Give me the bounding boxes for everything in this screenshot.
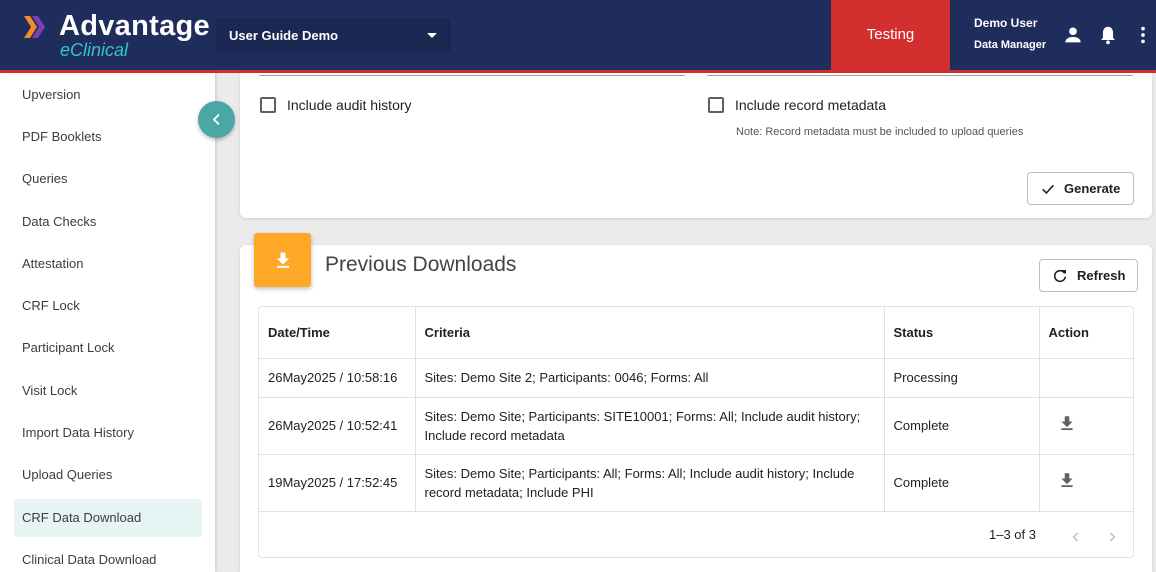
cell-criteria: Sites: Demo Site 2; Participants: 0046; … [415, 358, 885, 398]
caret-down-icon [427, 33, 437, 38]
cell-datetime: 26May2025 / 10:58:16 [259, 358, 416, 398]
field-underline [707, 75, 1133, 76]
table-row: 26May2025 / 10:52:41 Sites: Demo Site; P… [259, 397, 1133, 455]
refresh-button[interactable]: Refresh [1039, 259, 1138, 292]
previous-page-icon[interactable] [1069, 530, 1083, 544]
field-underline [259, 75, 685, 76]
sidebar-item-data-checks[interactable]: Data Checks [14, 203, 202, 241]
notifications-bell-icon[interactable] [1097, 24, 1119, 46]
more-vert-icon[interactable] [1132, 24, 1154, 46]
include-record-metadata-label[interactable]: Include record metadata [735, 97, 886, 113]
study-select[interactable]: User Guide Demo [216, 18, 451, 52]
check-icon [1042, 184, 1054, 195]
sidebar-item-crf-data-download[interactable]: CRF Data Download [14, 499, 202, 537]
user-name: Demo User [974, 16, 1038, 30]
brand-logo[interactable]: Advantage eClinical [22, 10, 210, 62]
record-metadata-note: Note: Record metadata must be included t… [736, 126, 1024, 138]
table-row: 26May2025 / 10:58:16 Sites: Demo Site 2;… [259, 358, 1133, 398]
sidebar-item-clinical-data-download[interactable]: Clinical Data Download [14, 541, 202, 572]
column-header-criteria[interactable]: Criteria [415, 307, 885, 359]
cell-criteria: Sites: Demo Site; Participants: SITE1000… [415, 397, 885, 455]
user-role: Data Manager [974, 39, 1047, 51]
sidebar-item-upversion[interactable]: Upversion [14, 76, 202, 114]
table-row: 19May2025 / 17:52:45 Sites: Demo Site; P… [259, 454, 1133, 512]
include-audit-history-label[interactable]: Include audit history [287, 97, 412, 113]
download-icon[interactable] [1058, 471, 1076, 489]
refresh-icon [1053, 269, 1067, 283]
sidebar-item-import-data-history[interactable]: Import Data History [14, 414, 202, 452]
environment-badge: Testing [831, 0, 950, 70]
account-icon[interactable] [1062, 24, 1084, 46]
generate-button-label: Generate [1064, 181, 1121, 196]
top-app-bar: Advantage eClinical User Guide Demo Test… [0, 0, 1156, 70]
cell-status: Complete [884, 454, 1040, 512]
cell-criteria: Sites: Demo Site; Participants: All; For… [415, 454, 885, 512]
column-header-action: Action [1039, 307, 1133, 359]
include-record-metadata-checkbox[interactable] [708, 97, 724, 113]
card-download-badge [254, 233, 311, 287]
cell-action [1039, 454, 1133, 512]
column-header-status[interactable]: Status [884, 307, 1040, 359]
previous-downloads-title: Previous Downloads [325, 253, 517, 276]
sidebar-item-queries[interactable]: Queries [14, 160, 202, 198]
include-audit-history-checkbox[interactable] [260, 97, 276, 113]
download-icon [276, 252, 290, 268]
table-pagination: 1–3 of 3 [259, 511, 1133, 557]
logo-chevron-icon [24, 16, 45, 38]
pagination-range: 1–3 of 3 [989, 527, 1036, 542]
brand-title: Advantage [59, 10, 210, 42]
next-page-icon[interactable] [1105, 530, 1119, 544]
sidebar-item-participant-lock[interactable]: Participant Lock [14, 329, 202, 367]
sidebar-collapse-button[interactable] [198, 101, 235, 138]
generate-button[interactable]: Generate [1027, 172, 1134, 205]
table-header-row: Date/Time Criteria Status Action [259, 307, 1133, 359]
sidebar-item-pdf-booklets[interactable]: PDF Booklets [14, 118, 202, 156]
download-icon[interactable] [1058, 414, 1076, 432]
previous-downloads-card: Previous Downloads Refresh Date/Time Cri… [240, 233, 1152, 572]
cell-action [1039, 358, 1133, 398]
cell-action [1039, 397, 1133, 455]
sidebar-nav: Upversion PDF Booklets Queries Data Chec… [0, 73, 215, 572]
sidebar-item-crf-lock[interactable]: CRF Lock [14, 287, 202, 325]
cell-status: Complete [884, 397, 1040, 455]
sidebar-item-attestation[interactable]: Attestation [14, 245, 202, 283]
sidebar-item-visit-lock[interactable]: Visit Lock [14, 372, 202, 410]
sidebar-item-upload-queries[interactable]: Upload Queries [14, 456, 202, 494]
cell-datetime: 26May2025 / 10:52:41 [259, 397, 416, 455]
downloads-table: Date/Time Criteria Status Action 26May20… [258, 306, 1134, 558]
chevron-left-icon [213, 114, 220, 125]
cell-datetime: 19May2025 / 17:52:45 [259, 454, 416, 512]
study-select-value: User Guide Demo [229, 28, 339, 43]
download-options-card: Include audit history Include record met… [240, 73, 1152, 218]
cell-status: Processing [884, 358, 1040, 398]
brand-subtitle: eClinical [60, 40, 129, 60]
refresh-button-label: Refresh [1077, 268, 1126, 283]
column-header-datetime[interactable]: Date/Time [259, 307, 416, 359]
